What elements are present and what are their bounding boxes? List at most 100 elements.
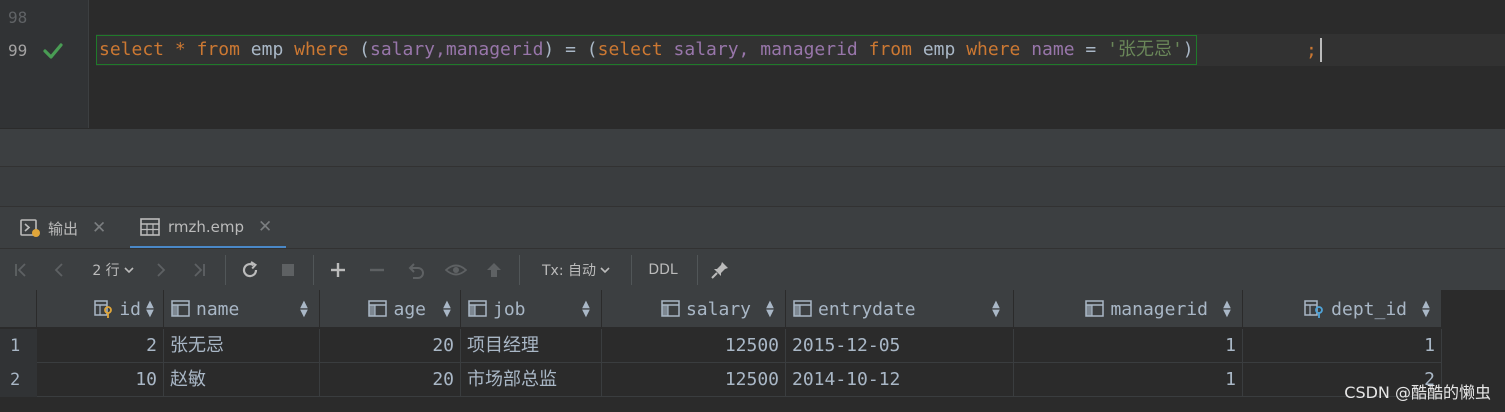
console-output-icon [20, 219, 40, 237]
first-page-icon [15, 263, 26, 277]
next-page-button[interactable] [150, 257, 172, 283]
tx-mode-label: Tx: 自动 [541, 263, 596, 279]
code-token: * [174, 39, 186, 60]
first-page-button[interactable] [10, 257, 32, 283]
sql-editor[interactable]: 98 99 select * from emp where (salary,ma… [0, 0, 1505, 128]
transaction-mode-dropdown[interactable]: Tx: 自动 [533, 257, 619, 283]
table-cell[interactable]: 赵敏 [164, 363, 320, 397]
column-header-job[interactable]: job ▲ ▼ [461, 290, 602, 328]
sort-icon[interactable]: ▲ ▼ [581, 300, 591, 319]
table-cell[interactable]: 1 [1243, 329, 1442, 363]
submit-button[interactable] [482, 257, 506, 283]
column-header-entrydate[interactable]: entrydate ▲ ▼ [786, 290, 1014, 328]
code-token: ( [359, 39, 370, 60]
sql-statement[interactable]: select * from emp where (salary,manageri… [96, 35, 1197, 65]
watermark: CSDN @酷酷的懒虫 [1344, 383, 1491, 402]
code-token: from [196, 39, 240, 60]
line-number: 99 [8, 41, 28, 60]
revert-button[interactable] [404, 257, 428, 283]
result-toolbar: 2 行 Tx: 自动 DDL [0, 248, 1505, 290]
arrow-up-icon [487, 263, 501, 277]
chevron-right-icon [157, 263, 166, 277]
column-name: managerid [1110, 298, 1208, 320]
column-header-age[interactable]: age ▲ ▼ [320, 290, 461, 328]
close-icon[interactable]: ✕ [258, 217, 272, 237]
result-tab-bar: 输出 ✕ rmzh.emp ✕ [0, 206, 1505, 249]
table-cell[interactable]: 1 [1014, 363, 1243, 397]
add-row-button[interactable] [326, 257, 350, 283]
code-token: where [294, 39, 349, 60]
preview-changes-button[interactable] [443, 257, 469, 283]
primary-key-column-icon [94, 300, 113, 318]
sort-icon[interactable]: ▲ ▼ [991, 300, 1001, 319]
toolbar-separator [697, 255, 698, 285]
sort-icon[interactable]: ▲ ▼ [1222, 300, 1232, 319]
column-header-id[interactable]: id ▲ ▼ [37, 290, 164, 328]
sort-icon[interactable]: ▲ ▼ [442, 300, 452, 319]
delete-row-button[interactable] [365, 257, 389, 283]
table-cell[interactable]: 10 [37, 363, 164, 397]
tab-rmzh-emp[interactable]: rmzh.emp ✕ [130, 207, 286, 249]
eye-icon [445, 264, 467, 276]
table-cell[interactable]: 市场部总监 [461, 363, 602, 397]
code-token: salary [370, 39, 436, 60]
table-cell[interactable]: 2 [37, 329, 164, 363]
previous-page-button[interactable] [48, 257, 70, 283]
sort-icon[interactable]: ▲ ▼ [765, 300, 775, 319]
stop-icon [282, 264, 294, 276]
close-icon[interactable]: ✕ [92, 218, 106, 238]
result-grid[interactable]: id ▲ ▼ name ▲ ▼ age ▲ ▼ job ▲ ▼ salary ▲ ▼ [0, 290, 1505, 412]
code-token: select [597, 39, 663, 60]
code-token: '张无忌' [1107, 39, 1183, 60]
column-icon [793, 300, 812, 317]
table-cell[interactable]: 张无忌 [164, 329, 320, 363]
last-page-button[interactable] [188, 257, 210, 283]
code-token: ) [1182, 39, 1194, 60]
sort-icon[interactable]: ▲ ▼ [145, 300, 155, 319]
pin-tab-button[interactable] [708, 257, 732, 283]
column-header-salary[interactable]: salary ▲ ▼ [602, 290, 786, 328]
row-number[interactable]: 1 [0, 329, 37, 363]
minus-icon [370, 268, 384, 272]
tab-output[interactable]: 输出 ✕ [10, 207, 116, 249]
toolbar-separator [225, 255, 226, 285]
code-token: emp [250, 39, 284, 60]
check-icon [43, 43, 63, 59]
sort-icon[interactable]: ▲ ▼ [299, 300, 309, 319]
table-cell[interactable]: 项目经理 [461, 329, 602, 363]
refresh-button[interactable] [238, 257, 262, 283]
code-token: where [966, 39, 1021, 60]
table-cell[interactable]: 20 [320, 363, 461, 397]
table-cell[interactable]: 12500 [602, 363, 786, 397]
chevron-down-icon [600, 267, 610, 274]
column-name: dept_id [1331, 298, 1407, 320]
column-header-managerid[interactable]: managerid ▲ ▼ [1014, 290, 1243, 328]
panel-splitter[interactable] [0, 166, 1505, 206]
grid-corner[interactable] [0, 290, 37, 328]
code-token: managerid [445, 39, 544, 60]
table-cell[interactable]: 2015-12-05 [786, 329, 1014, 363]
pin-icon [711, 262, 728, 279]
code-token: , [738, 39, 750, 60]
code-token: salary [673, 39, 739, 60]
ddl-button[interactable]: DDL [643, 257, 683, 283]
line-number-gutter: 98 99 [0, 0, 89, 128]
stop-button[interactable] [277, 257, 299, 283]
code-token: ; [1306, 39, 1317, 61]
table-cell[interactable]: 20 [320, 329, 461, 363]
chevron-left-icon [54, 263, 63, 277]
sort-icon[interactable]: ▲ ▼ [1421, 300, 1431, 319]
toolbar-separator [313, 255, 314, 285]
ddl-label: DDL [648, 262, 678, 278]
current-code-line[interactable]: select * from emp where (salary,manageri… [96, 34, 1505, 66]
row-number[interactable]: 2 [0, 363, 37, 397]
table-cell[interactable]: 1 [1014, 329, 1243, 363]
column-header-name[interactable]: name ▲ ▼ [164, 290, 320, 328]
rows-dropdown[interactable]: 2 行 [84, 257, 142, 283]
column-header-dept-id[interactable]: dept_id ▲ ▼ [1243, 290, 1442, 328]
code-token: from [868, 39, 912, 60]
table-cell[interactable]: 12500 [602, 329, 786, 363]
column-icon [368, 300, 388, 317]
table-cell[interactable]: 2014-10-12 [786, 363, 1014, 397]
plus-icon [331, 263, 345, 277]
